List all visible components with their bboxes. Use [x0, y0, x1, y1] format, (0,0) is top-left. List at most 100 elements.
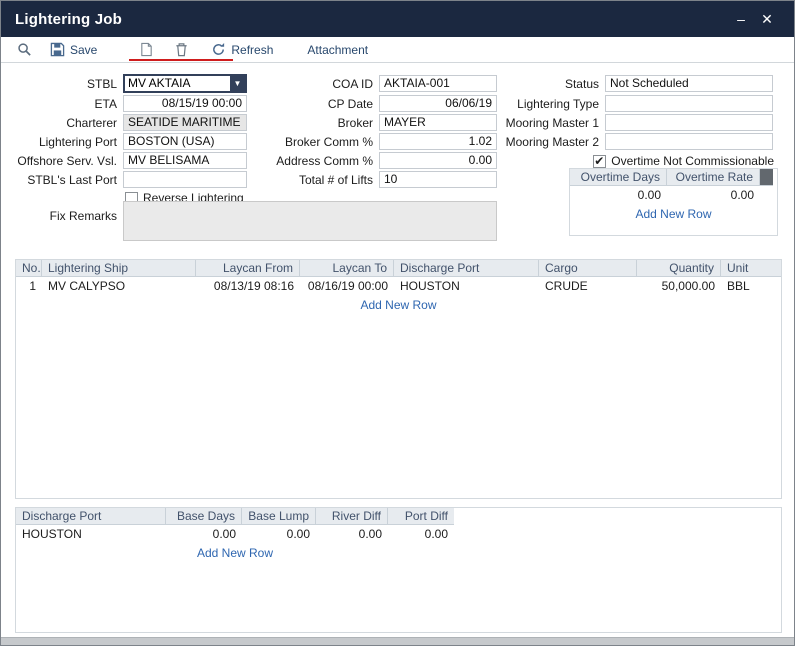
- discharge-add-row-wrap: Add New Row: [16, 546, 454, 560]
- discharge-port-cell-2[interactable]: HOUSTON: [16, 525, 166, 544]
- mooring-master-2-label: Mooring Master 2: [499, 135, 605, 149]
- bottom-scrollbar-strip[interactable]: [1, 637, 794, 645]
- fix-remarks-label: Fix Remarks: [11, 209, 123, 223]
- overtime-not-commissionable-checkbox[interactable]: [593, 155, 606, 168]
- stbl-last-port-field[interactable]: [123, 171, 247, 188]
- base-lump-cell[interactable]: 0.00: [242, 525, 316, 544]
- mooring-master-1-field[interactable]: [605, 114, 773, 131]
- save-icon: [50, 42, 65, 57]
- base-days-header[interactable]: Base Days: [166, 508, 242, 525]
- lightering-port-label: Lightering Port: [11, 135, 123, 149]
- lightering-table-row[interactable]: 1 MV CALYPSO 08/13/19 08:16 08/16/19 00:…: [16, 277, 781, 296]
- stbl-value: MV AKTAIA: [125, 76, 230, 91]
- search-icon: [17, 42, 32, 57]
- charterer-field[interactable]: SEATIDE MARITIME: [123, 114, 247, 131]
- status-field[interactable]: Not Scheduled: [605, 75, 773, 92]
- total-lifts-label: Total # of Lifts: [251, 173, 379, 187]
- port-diff-cell[interactable]: 0.00: [388, 525, 454, 544]
- address-comm-row: Address Comm % 0.00: [251, 152, 497, 169]
- cargo-header[interactable]: Cargo: [539, 260, 637, 277]
- discharge-grid-header: Discharge Port Base Days Base Lump River…: [16, 508, 781, 525]
- lightering-type-field[interactable]: [605, 95, 773, 112]
- discharge-add-new-row-link[interactable]: Add New Row: [16, 546, 454, 560]
- chevron-down-icon[interactable]: ▼: [230, 76, 245, 91]
- base-days-cell[interactable]: 0.00: [166, 525, 242, 544]
- stbl-combobox[interactable]: MV AKTAIA ▼: [123, 74, 247, 93]
- discharge-table-row[interactable]: HOUSTON 0.00 0.00 0.00 0.00: [16, 525, 781, 544]
- window-title: Lightering Job: [15, 11, 728, 28]
- offshore-serv-vsl-field[interactable]: MV BELISAMA: [123, 152, 247, 169]
- refresh-button[interactable]: Refresh: [211, 42, 273, 57]
- laycan-from-cell[interactable]: 08/13/19 08:16: [196, 277, 300, 296]
- discharge-grid: Discharge Port Base Days Base Lump River…: [15, 507, 782, 633]
- broker-comm-field[interactable]: 1.02: [379, 133, 497, 150]
- total-lifts-field[interactable]: 10: [379, 171, 497, 188]
- broker-row: Broker MAYER: [251, 114, 497, 131]
- river-diff-cell[interactable]: 0.00: [316, 525, 388, 544]
- mooring-master-1-row: Mooring Master 1: [499, 114, 773, 131]
- search-button[interactable]: [17, 42, 32, 57]
- river-diff-header[interactable]: River Diff: [316, 508, 388, 525]
- toolbar: Save Refresh Attachment: [1, 37, 794, 63]
- close-button[interactable]: ✕: [754, 11, 780, 28]
- broker-field[interactable]: MAYER: [379, 114, 497, 131]
- laycan-to-cell[interactable]: 08/16/19 00:00: [300, 277, 394, 296]
- overtime-add-new-row-link[interactable]: Add New Row: [570, 207, 777, 221]
- quantity-cell[interactable]: 50,000.00: [637, 277, 721, 296]
- fix-remarks-label-row: Fix Remarks: [11, 207, 123, 224]
- overtime-days-cell[interactable]: 0.00: [570, 186, 667, 205]
- quantity-header[interactable]: Quantity: [637, 260, 721, 277]
- stbl-last-port-row: STBL's Last Port: [11, 171, 247, 188]
- unit-header[interactable]: Unit: [721, 260, 781, 277]
- lightering-ship-header[interactable]: Lightering Ship: [42, 260, 196, 277]
- laycan-from-header[interactable]: Laycan From: [196, 260, 300, 277]
- overtime-row[interactable]: 0.00 0.00: [570, 186, 777, 205]
- offshore-serv-vsl-row: Offshore Serv. Vsl. MV BELISAMA: [11, 152, 247, 169]
- refresh-icon: [211, 42, 226, 57]
- total-lifts-row: Total # of Lifts 10: [251, 171, 497, 188]
- stbl-row: STBL MV AKTAIA ▼: [11, 75, 247, 92]
- port-diff-header[interactable]: Port Diff: [388, 508, 454, 525]
- save-button[interactable]: Save: [50, 42, 97, 57]
- lightering-port-field[interactable]: BOSTON (USA): [123, 133, 247, 150]
- eta-row: ETA 08/15/19 00:00: [11, 95, 247, 112]
- overtime-grid-header: Overtime Days Overtime Rate: [570, 169, 777, 186]
- cargo-cell[interactable]: CRUDE: [539, 277, 637, 296]
- charterer-row: Charterer SEATIDE MARITIME: [11, 114, 247, 131]
- stbl-last-port-label: STBL's Last Port: [11, 173, 123, 187]
- grid-options-icon: [760, 169, 773, 186]
- no-header[interactable]: No.: [16, 260, 42, 277]
- overtime-days-header[interactable]: Overtime Days: [570, 169, 667, 186]
- base-lump-header[interactable]: Base Lump: [242, 508, 316, 525]
- laycan-to-header[interactable]: Laycan To: [300, 260, 394, 277]
- fix-remarks-textarea[interactable]: [123, 201, 497, 241]
- unit-cell[interactable]: BBL: [721, 277, 781, 296]
- eta-field[interactable]: 08/15/19 00:00: [123, 95, 247, 112]
- grid-options-button[interactable]: [760, 169, 773, 186]
- lightering-ship-cell[interactable]: MV CALYPSO: [42, 277, 196, 296]
- discharge-port-cell[interactable]: HOUSTON: [394, 277, 539, 296]
- minimize-button[interactable]: –: [728, 11, 754, 27]
- discharge-port-header-2[interactable]: Discharge Port: [16, 508, 166, 525]
- discharge-port-header[interactable]: Discharge Port: [394, 260, 539, 277]
- coa-id-row: COA ID AKTAIA-001: [251, 75, 497, 92]
- address-comm-field[interactable]: 0.00: [379, 152, 497, 169]
- cp-date-field[interactable]: 06/06/19: [379, 95, 497, 112]
- mooring-master-2-field[interactable]: [605, 133, 773, 150]
- attachment-button[interactable]: Attachment: [307, 43, 368, 57]
- trash-icon: [174, 42, 189, 57]
- overtime-rate-cell[interactable]: 0.00: [667, 186, 760, 205]
- eta-label: ETA: [11, 97, 123, 111]
- coa-id-field[interactable]: AKTAIA-001: [379, 75, 497, 92]
- lightering-type-row: Lightering Type: [499, 95, 773, 112]
- overtime-rate-header[interactable]: Overtime Rate: [667, 169, 760, 186]
- delete-button[interactable]: [174, 42, 189, 57]
- lightering-add-new-row-link[interactable]: Add New Row: [16, 298, 781, 312]
- offshore-serv-vsl-label: Offshore Serv. Vsl.: [11, 154, 123, 168]
- new-document-button[interactable]: [139, 42, 154, 57]
- no-cell[interactable]: 1: [16, 277, 42, 296]
- mooring-master-1-label: Mooring Master 1: [499, 116, 605, 130]
- form-area: STBL MV AKTAIA ▼ ETA 08/15/19 00:00 Char…: [1, 64, 794, 259]
- attachment-label: Attachment: [307, 43, 368, 57]
- charterer-label: Charterer: [11, 116, 123, 130]
